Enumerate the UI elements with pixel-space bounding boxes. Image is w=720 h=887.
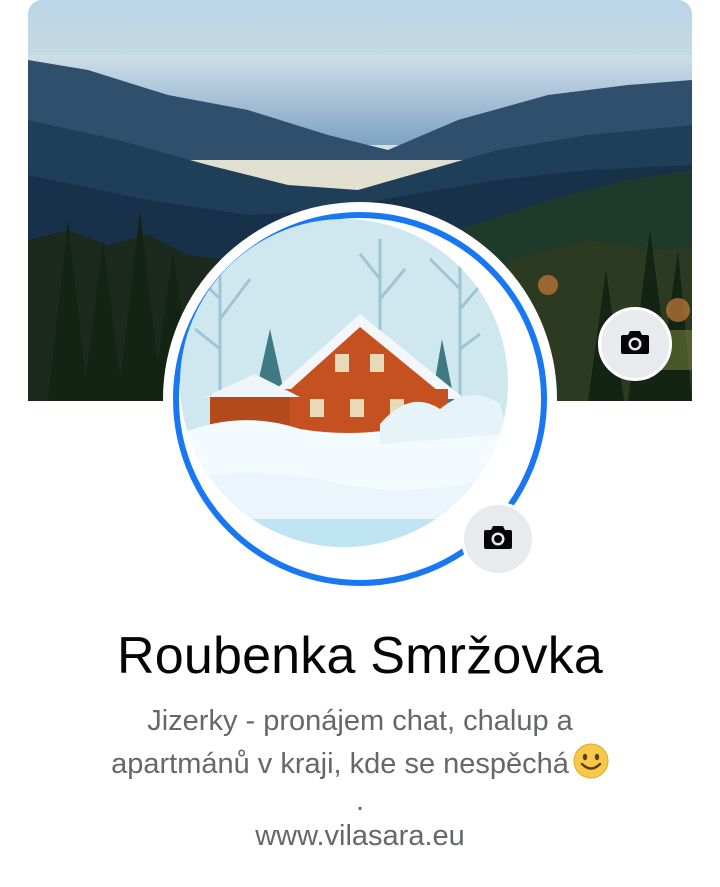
bio-text: apartmánů v kraji, kde se nespěchá — [111, 748, 569, 780]
camera-icon — [483, 524, 513, 555]
bio-line: Jizerky - pronájem chat, chalup a — [147, 705, 573, 737]
bio-dot: . — [355, 785, 365, 817]
page-title: Roubenka Smržovka — [116, 627, 604, 685]
camera-icon — [620, 329, 650, 360]
smiling-face-emoji-icon — [573, 743, 609, 779]
profile-picture[interactable] — [180, 219, 508, 547]
bio-line: apartmánů v kraji, kde se nespěchá — [60, 743, 660, 786]
profile-picture-frame — [163, 202, 557, 596]
edit-profile-picture-button[interactable] — [461, 502, 535, 576]
edit-cover-photo-button[interactable] — [598, 307, 672, 381]
website-link[interactable]: www.vilasara.eu — [0, 820, 720, 853]
profile-bio: Jizerky - pronájem chat, chalup a apartm… — [60, 700, 660, 822]
